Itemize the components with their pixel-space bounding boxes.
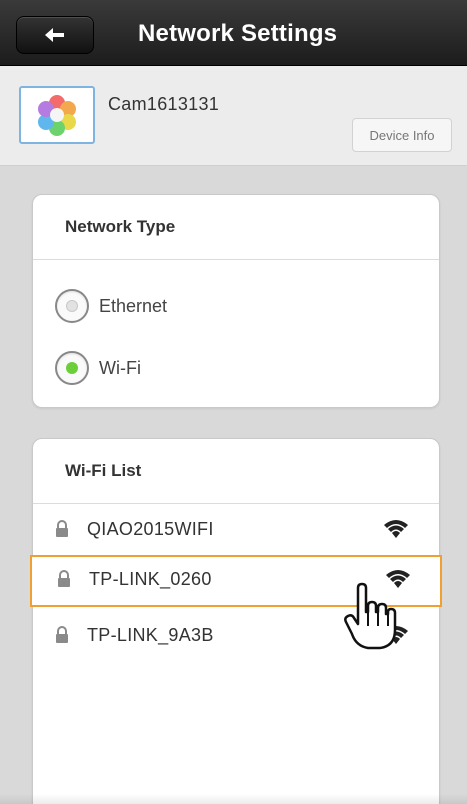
- radio-button[interactable]: [55, 351, 89, 385]
- wifi-signal-icon: [384, 520, 408, 538]
- flower-logo-icon: [38, 95, 76, 136]
- radio-wifi[interactable]: Wi-Fi: [55, 351, 141, 385]
- radio-label: Ethernet: [99, 295, 168, 316]
- back-arrow-icon: [45, 28, 64, 42]
- wifi-item-qiao2015wifi[interactable]: QIAO2015WIFI: [33, 505, 439, 557]
- title-bar: Network Settings: [0, 0, 467, 66]
- divider: [33, 259, 439, 260]
- network-type-title: Network Type: [65, 217, 176, 236]
- lock-icon: [56, 626, 68, 643]
- radio-dot-selected: [66, 362, 78, 374]
- hand-pointer-icon: [344, 582, 397, 650]
- lock-icon: [58, 570, 70, 587]
- network-type-card: Network Type Ethernet Wi-Fi: [32, 194, 440, 408]
- page-title: Network Settings: [138, 20, 338, 47]
- device-info-button[interactable]: Device Info: [352, 118, 452, 152]
- radio-button[interactable]: [55, 289, 89, 323]
- radio-ethernet[interactable]: Ethernet: [55, 289, 167, 323]
- lock-icon: [56, 520, 68, 537]
- divider: [33, 503, 439, 504]
- radio-label: Wi-Fi: [99, 357, 141, 378]
- device-bar: Cam1613131 Device Info: [0, 66, 467, 166]
- wifi-ssid: TP-LINK_0260: [89, 569, 212, 589]
- device-thumbnail[interactable]: [19, 86, 95, 144]
- wifi-ssid: TP-LINK_9A3B: [87, 625, 214, 645]
- wifi-list-title: Wi-Fi List: [65, 461, 142, 480]
- radio-dot: [66, 300, 78, 312]
- wifi-ssid: QIAO2015WIFI: [87, 519, 214, 539]
- device-name: Cam1613131: [108, 94, 220, 114]
- bottom-edge: [0, 794, 467, 804]
- back-button[interactable]: [16, 16, 94, 54]
